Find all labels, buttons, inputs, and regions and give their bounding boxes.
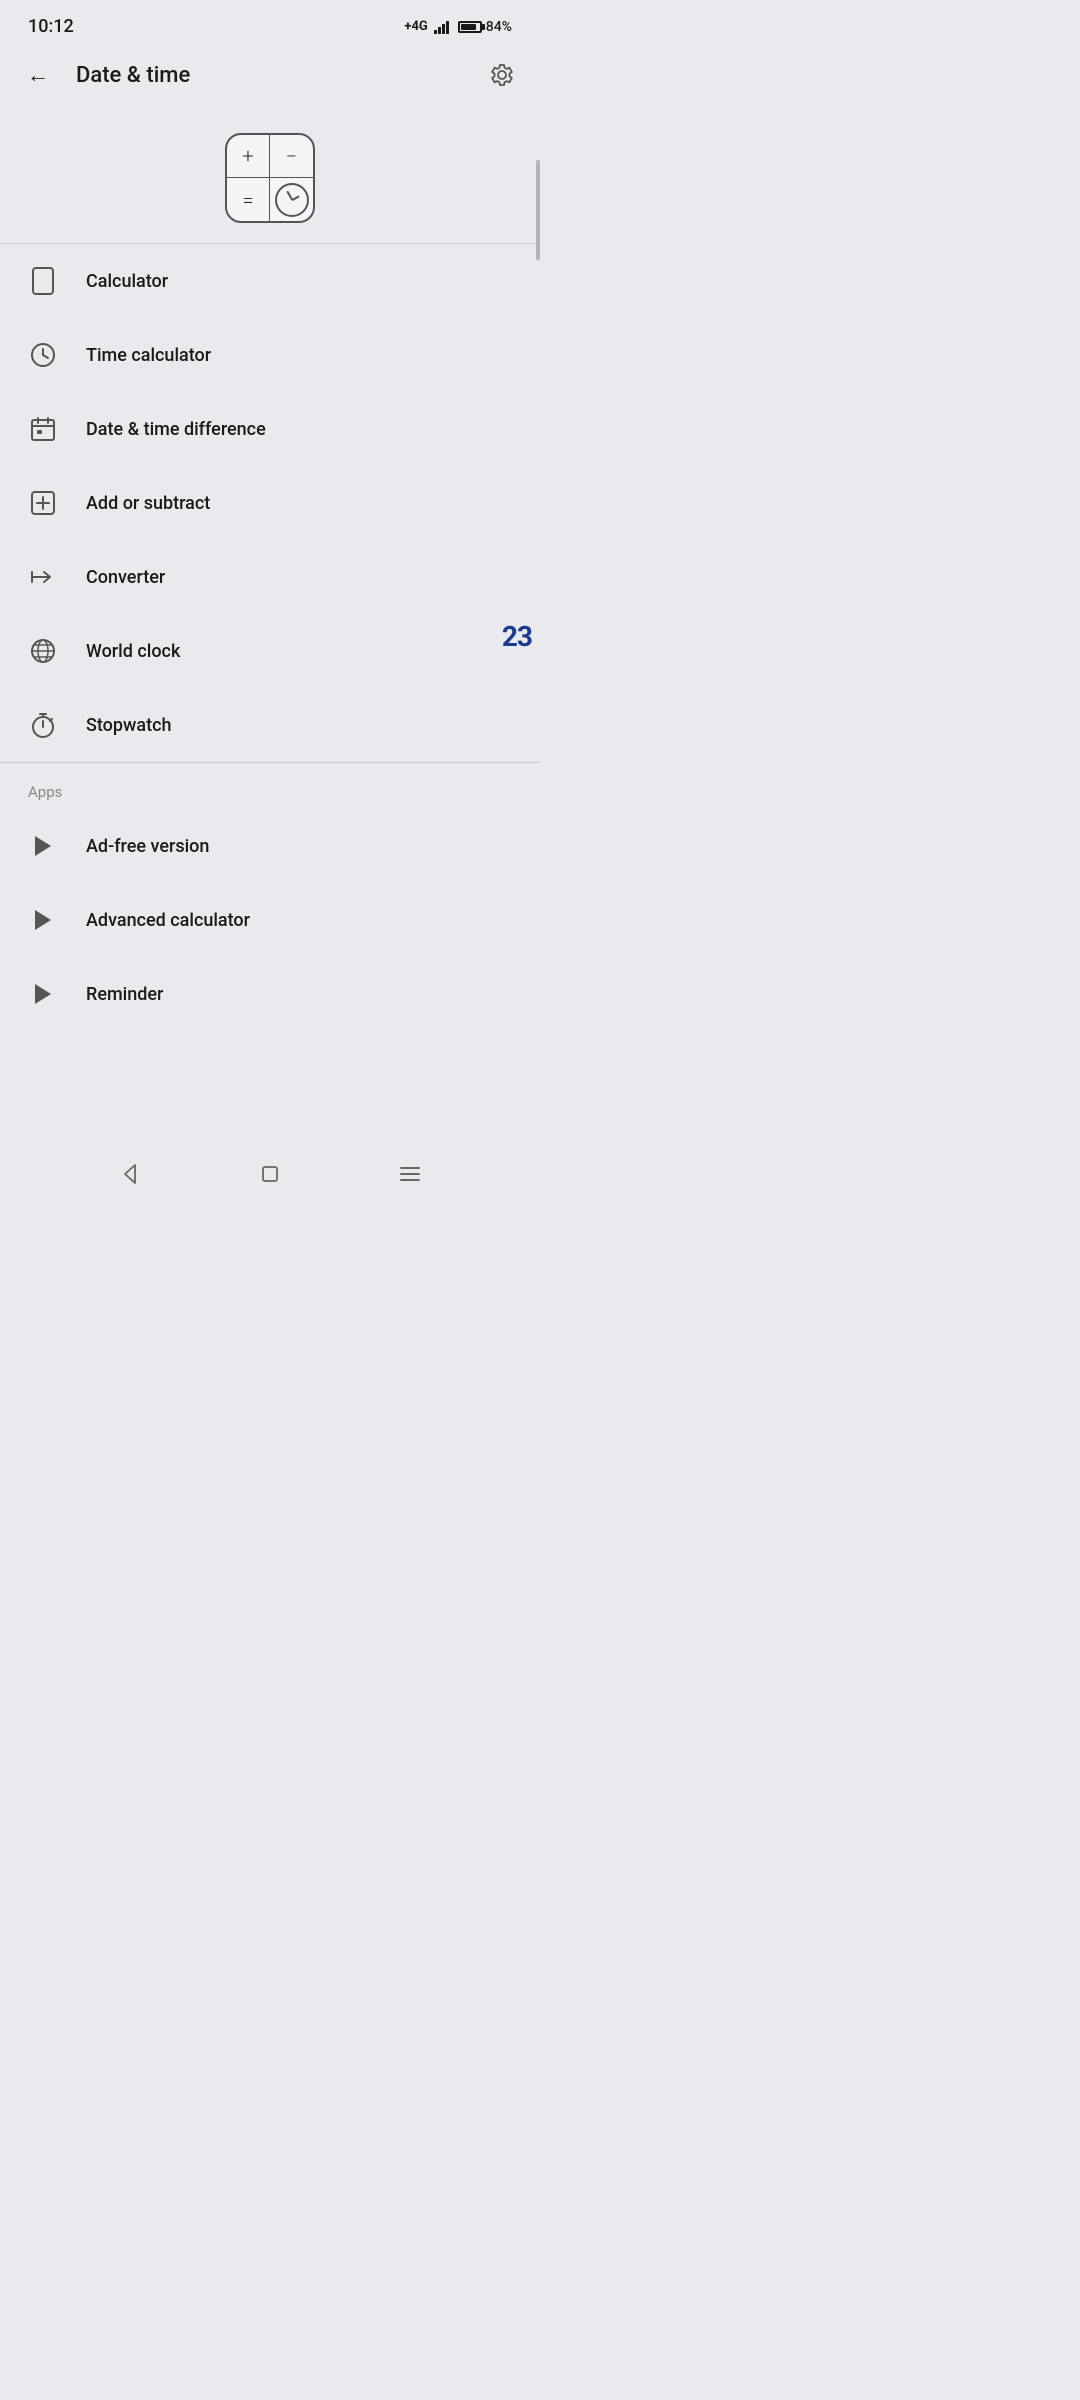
menu-item-ad-free[interactable]: Ad-free version [0, 809, 540, 883]
add-square-icon [28, 488, 58, 518]
signal-icon [434, 20, 452, 34]
stopwatch-icon [28, 710, 58, 740]
back-arrow-icon: ← [27, 62, 49, 88]
nav-menu-icon [399, 1166, 421, 1182]
convert-icon [28, 562, 58, 592]
battery-fill [461, 24, 476, 30]
nav-back-icon [119, 1163, 141, 1185]
play-icon-reminder [28, 979, 58, 1009]
bottom-nav [0, 1148, 540, 1200]
apps-section-label: Apps [0, 763, 540, 809]
calendar-icon [28, 414, 58, 444]
network-icon: +4G [404, 19, 427, 34]
calculator-label: Calculator [86, 271, 168, 292]
menu-item-date-time-difference[interactable]: Date & time difference [0, 392, 540, 466]
play-icon-ad-free [28, 831, 58, 861]
stopwatch-label: Stopwatch [86, 715, 171, 736]
status-bar: 10:12 +4G 84% [0, 0, 540, 45]
side-number: 23 [502, 620, 532, 653]
reminder-label: Reminder [86, 984, 163, 1005]
gear-icon [488, 61, 516, 89]
tablet-icon [28, 266, 58, 296]
play-icon-advanced [28, 905, 58, 935]
menu-item-add-or-subtract[interactable]: Add or subtract [0, 466, 540, 540]
clock-menu-icon [28, 340, 58, 370]
converter-label: Converter [86, 567, 165, 588]
page-title: Date & time [76, 63, 190, 88]
app-icon-plus: + [227, 135, 270, 178]
scrollbar[interactable] [536, 160, 540, 760]
apps-section: Apps Ad-free version Advanced calculator… [0, 763, 540, 1031]
header-left: ← Date & time [20, 57, 190, 93]
menu-item-world-clock[interactable]: World clock [0, 614, 540, 688]
back-button[interactable]: ← [20, 57, 56, 93]
nav-menu-button[interactable] [392, 1156, 428, 1192]
scrollbar-thumb [536, 160, 540, 260]
add-or-subtract-label: Add or subtract [86, 493, 210, 514]
app-icon-area: + − = [0, 109, 540, 243]
nav-back-button[interactable] [112, 1156, 148, 1192]
status-icons: +4G 84% [404, 19, 512, 35]
ad-free-label: Ad-free version [86, 836, 209, 857]
app-icon-minus: − [270, 135, 313, 178]
advanced-calculator-label: Advanced calculator [86, 910, 250, 931]
menu-item-time-calculator[interactable]: Time calculator [0, 318, 540, 392]
battery-icon [458, 21, 482, 33]
battery-container: 84% [458, 19, 512, 35]
settings-button[interactable] [484, 57, 520, 93]
app-icon: + − = [225, 133, 315, 223]
header: ← Date & time [0, 45, 540, 109]
app-icon-equals: = [227, 178, 270, 221]
world-clock-label: World clock [86, 641, 180, 662]
nav-home-icon [259, 1163, 281, 1185]
menu-item-converter[interactable]: Converter [0, 540, 540, 614]
time-calculator-label: Time calculator [86, 345, 211, 366]
menu-item-calculator[interactable]: Calculator [0, 244, 540, 318]
menu-item-stopwatch[interactable]: Stopwatch [0, 688, 540, 762]
status-time: 10:12 [28, 16, 74, 37]
app-icon-clock [270, 178, 313, 221]
clock-face-icon [275, 183, 309, 217]
date-time-difference-label: Date & time difference [86, 419, 266, 440]
menu-list: Calculator Time calculator Date & time d… [0, 244, 540, 762]
globe-icon [28, 636, 58, 666]
menu-item-advanced-calculator[interactable]: Advanced calculator [0, 883, 540, 957]
nav-home-button[interactable] [252, 1156, 288, 1192]
menu-item-reminder[interactable]: Reminder [0, 957, 540, 1031]
battery-percent: 84% [486, 19, 512, 35]
